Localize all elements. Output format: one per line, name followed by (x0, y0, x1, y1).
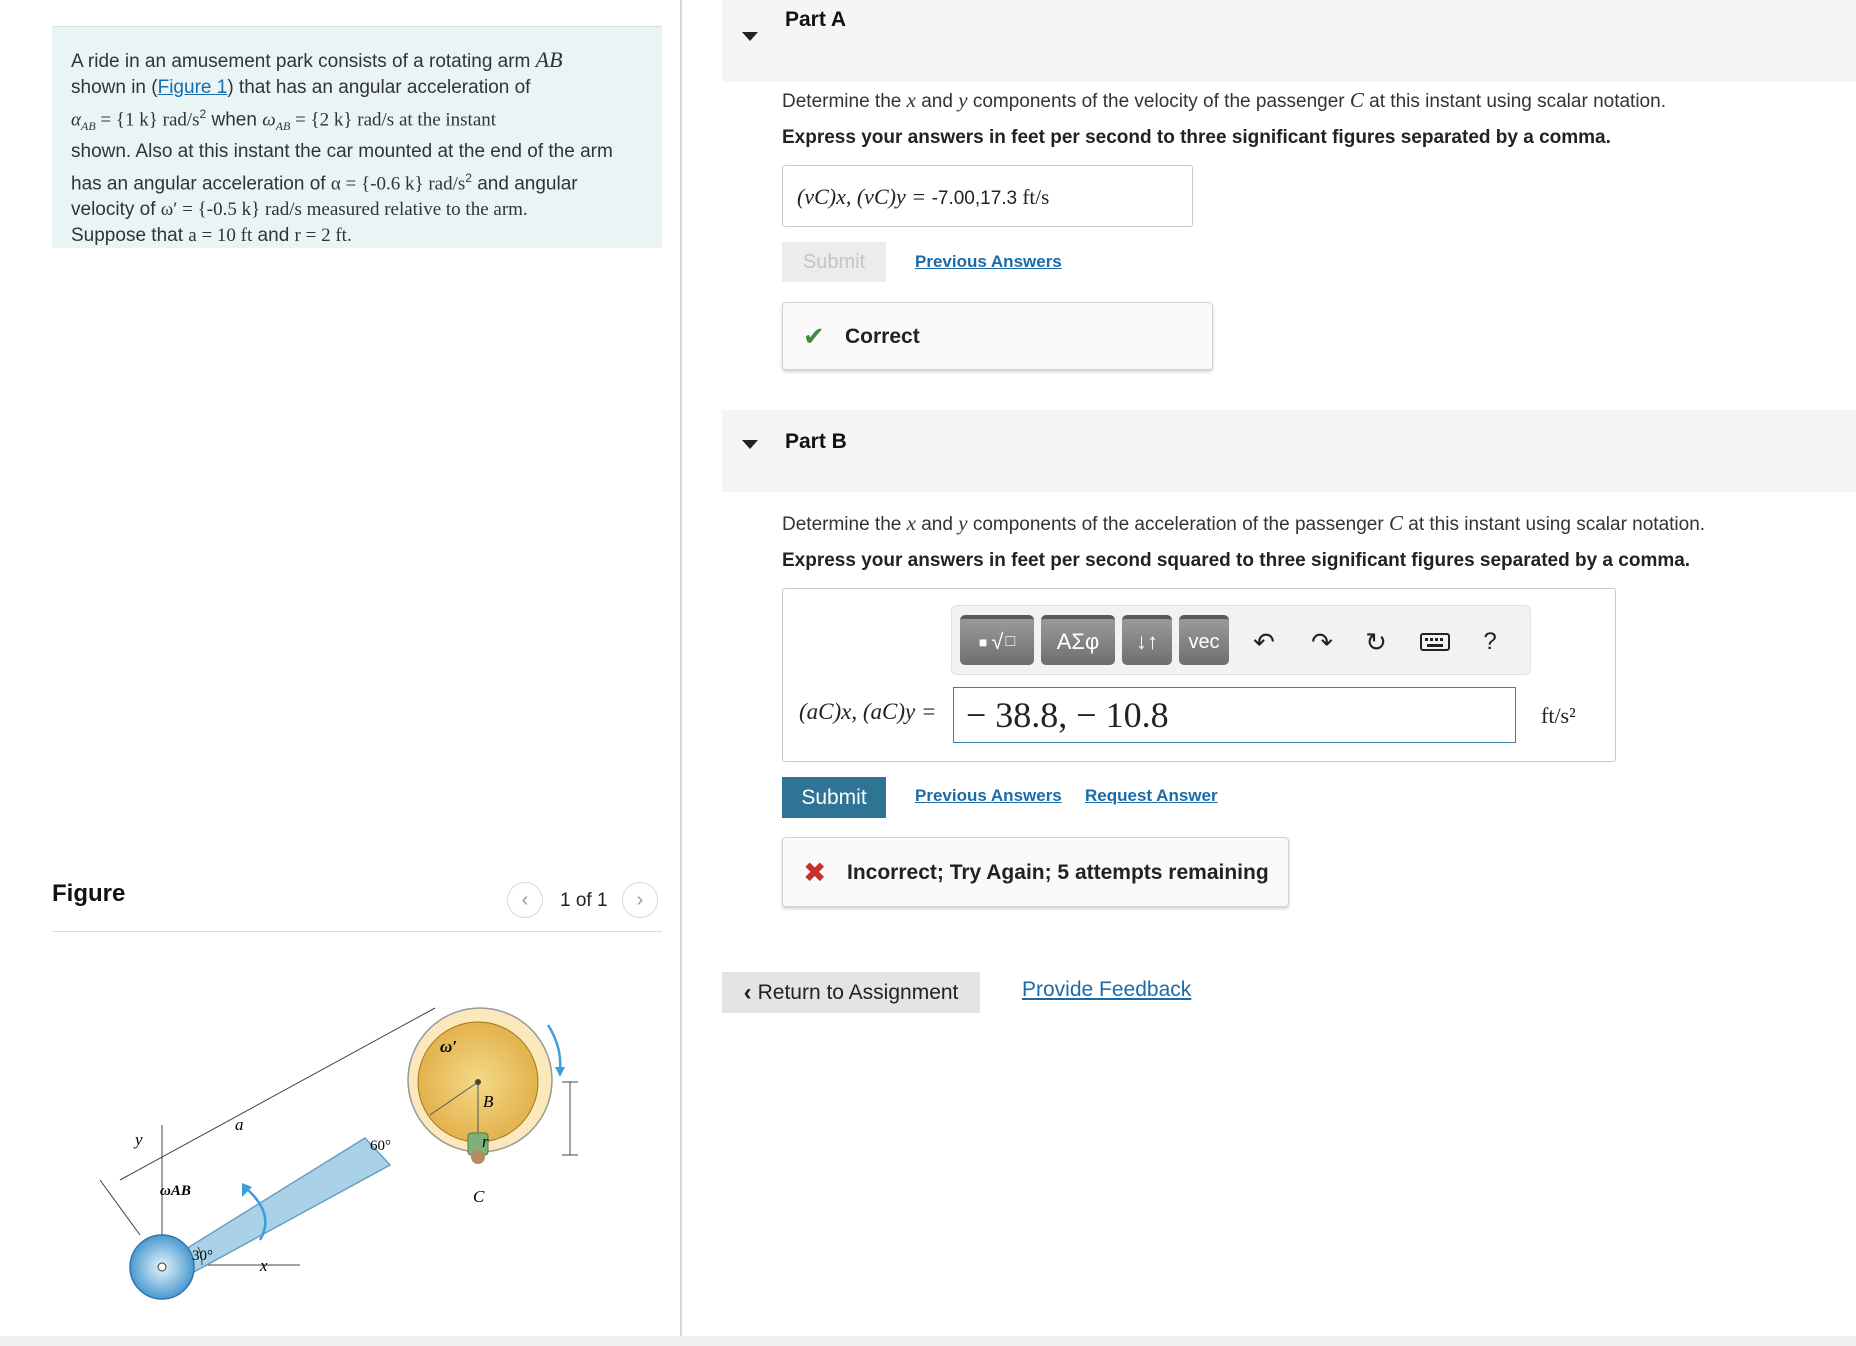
part-a-question: Determine the x and y components of the … (782, 88, 1666, 112)
prev-figure-button[interactable]: ‹ (507, 882, 543, 918)
part-a-header[interactable]: Part A (722, 0, 1856, 82)
answer-label: (aC)x, (aC)y = (799, 699, 937, 724)
acceleration-answer-input[interactable]: − 38.8, − 10.8 (953, 687, 1516, 743)
chevron-right-icon: › (636, 888, 644, 911)
arrowhead (555, 1067, 565, 1077)
problem-text: shown in ( (71, 77, 158, 98)
part-a-previous-answers-link[interactable]: Previous Answers (915, 252, 1062, 272)
label-omega-prime: ω′ (440, 1037, 457, 1056)
alpha-ab-subscript: AB (80, 119, 96, 134)
problem-text: has an angular acceleration of (71, 173, 331, 195)
part-b-title: Part B (785, 430, 847, 453)
problem-text: and (252, 225, 295, 247)
reset-icon[interactable]: ↻ (1358, 624, 1394, 660)
problem-text: ) that has an angular acceleration of (227, 77, 531, 98)
answer-unit: ft/s² (1541, 703, 1576, 728)
problem-text: when (206, 109, 263, 131)
r-value: r = 2 ft. (294, 225, 352, 247)
arm-label: AB (535, 47, 563, 72)
label-b: B (483, 1092, 494, 1111)
caret-down-icon (742, 440, 758, 449)
next-figure-button[interactable]: › (622, 882, 658, 918)
undo-icon[interactable]: ↶ (1246, 624, 1282, 660)
answer-unit: ft/s (1022, 185, 1050, 209)
label-angle-30: 30° (192, 1248, 213, 1264)
dimension-line-a (119, 1007, 436, 1181)
left-pane: A ride in an amusement park consists of … (0, 0, 682, 1346)
a-value: a = 10 ft (188, 225, 253, 247)
chevron-left-icon: ‹ (743, 978, 752, 1006)
amusement-ride-figure: y x a ωAB ω′ B C A r 30° 60° (100, 1007, 578, 1300)
answer-value: -7.00,17.3 (931, 188, 1018, 209)
label-c: C (473, 1187, 485, 1206)
feedback-text: Incorrect; Try Again; 5 attempts remaini… (847, 861, 1269, 884)
part-a-feedback: ✔ Correct (782, 302, 1213, 370)
vector-button[interactable]: vec (1179, 615, 1229, 665)
redo-icon[interactable]: ↷ (1304, 624, 1340, 660)
omega-ab-subscript: AB (275, 119, 291, 134)
label-omega-ab: ωAB (160, 1183, 191, 1199)
omega-ab-symbol: ω (262, 109, 276, 131)
chevron-left-icon: ‹ (521, 888, 529, 911)
part-b-feedback: ✖ Incorrect; Try Again; 5 attempts remai… (782, 837, 1289, 907)
figure-pager: 1 of 1 (560, 890, 608, 911)
figure-link[interactable]: Figure 1 (158, 77, 228, 98)
problem-statement: A ride in an amusement park consists of … (52, 26, 662, 248)
dimension-tick (100, 1179, 141, 1236)
part-b-header[interactable]: Part B (722, 410, 1856, 492)
label-y: y (133, 1130, 143, 1149)
return-to-assignment-button[interactable]: ‹ Return to Assignment (722, 972, 980, 1013)
answer-label: (vC)x, (vC)y = (797, 184, 932, 209)
part-b-submit-button[interactable]: Submit (782, 777, 886, 818)
problem-text: and angular (471, 173, 578, 195)
part-a-submit-button: Submit (782, 242, 886, 282)
bottom-bar (0, 1336, 1856, 1346)
part-a-title: Part A (785, 8, 847, 31)
label-x: x (259, 1256, 268, 1275)
problem-text: A ride in an amusement park consists of … (71, 51, 536, 72)
feedback-text: Correct (845, 325, 920, 348)
part-b-previous-answers-link[interactable]: Previous Answers (915, 786, 1062, 806)
alpha-ab-value: = {1 k} rad/s (95, 109, 200, 131)
templates-button[interactable]: ■ √ □ (960, 615, 1034, 665)
arrowhead (242, 1183, 252, 1197)
omega-prime-value: ω′ = {-0.5 k} rad/s measured relative to… (160, 199, 528, 221)
part-a-answer-display: (vC)x, (vC)y = -7.00,17.3 ft/s (782, 165, 1193, 227)
problem-text: Suppose that (71, 225, 189, 247)
pivot-a (157, 1262, 167, 1272)
part-a-instruction: Express your answers in feet per second … (782, 127, 1611, 148)
part-b-answer-editor: ■ √ □ ΑΣφ ↓↑ vec ↶ ↷ ↻ ? (aC)x, (aC)y = − … (782, 588, 1616, 762)
alpha-value: α = {-0.6 k} rad/s (330, 173, 466, 195)
keyboard-icon[interactable] (1415, 624, 1455, 660)
label-a-point: A (121, 1274, 132, 1291)
passenger-head (471, 1150, 485, 1164)
part-b-instruction: Express your answers in feet per second … (782, 550, 1691, 571)
subscript-superscript-button[interactable]: ↓↑ (1122, 615, 1172, 665)
help-button[interactable]: ? (1472, 624, 1508, 660)
label-a: a (235, 1115, 244, 1134)
math-toolbar: ■ √ □ ΑΣφ ↓↑ vec ↶ ↷ ↻ ? (951, 605, 1531, 675)
label-r: r (482, 1132, 489, 1151)
provide-feedback-link[interactable]: Provide Feedback (1022, 978, 1191, 1002)
checkmark-icon: ✔ (803, 321, 825, 351)
problem-text: shown. Also at this instant the car moun… (71, 141, 613, 163)
request-answer-link[interactable]: Request Answer (1085, 786, 1218, 806)
greek-symbols-button[interactable]: ΑΣφ (1041, 615, 1115, 665)
caret-down-icon (742, 32, 758, 41)
return-label: Return to Assignment (757, 980, 959, 1004)
omega-ab-value: = {2 k} rad/s at the instant (290, 109, 497, 131)
x-mark-icon: ✖ (803, 857, 827, 888)
figure-header: Figure ‹ 1 of 1 › (52, 870, 662, 932)
problem-text: velocity of (71, 199, 161, 221)
label-angle-60: 60° (370, 1138, 391, 1154)
figure-title: Figure (52, 880, 126, 907)
part-b-question: Determine the x and y components of the … (782, 511, 1706, 535)
pivot-b (475, 1079, 481, 1085)
alpha-ab-symbol: α (71, 109, 81, 131)
